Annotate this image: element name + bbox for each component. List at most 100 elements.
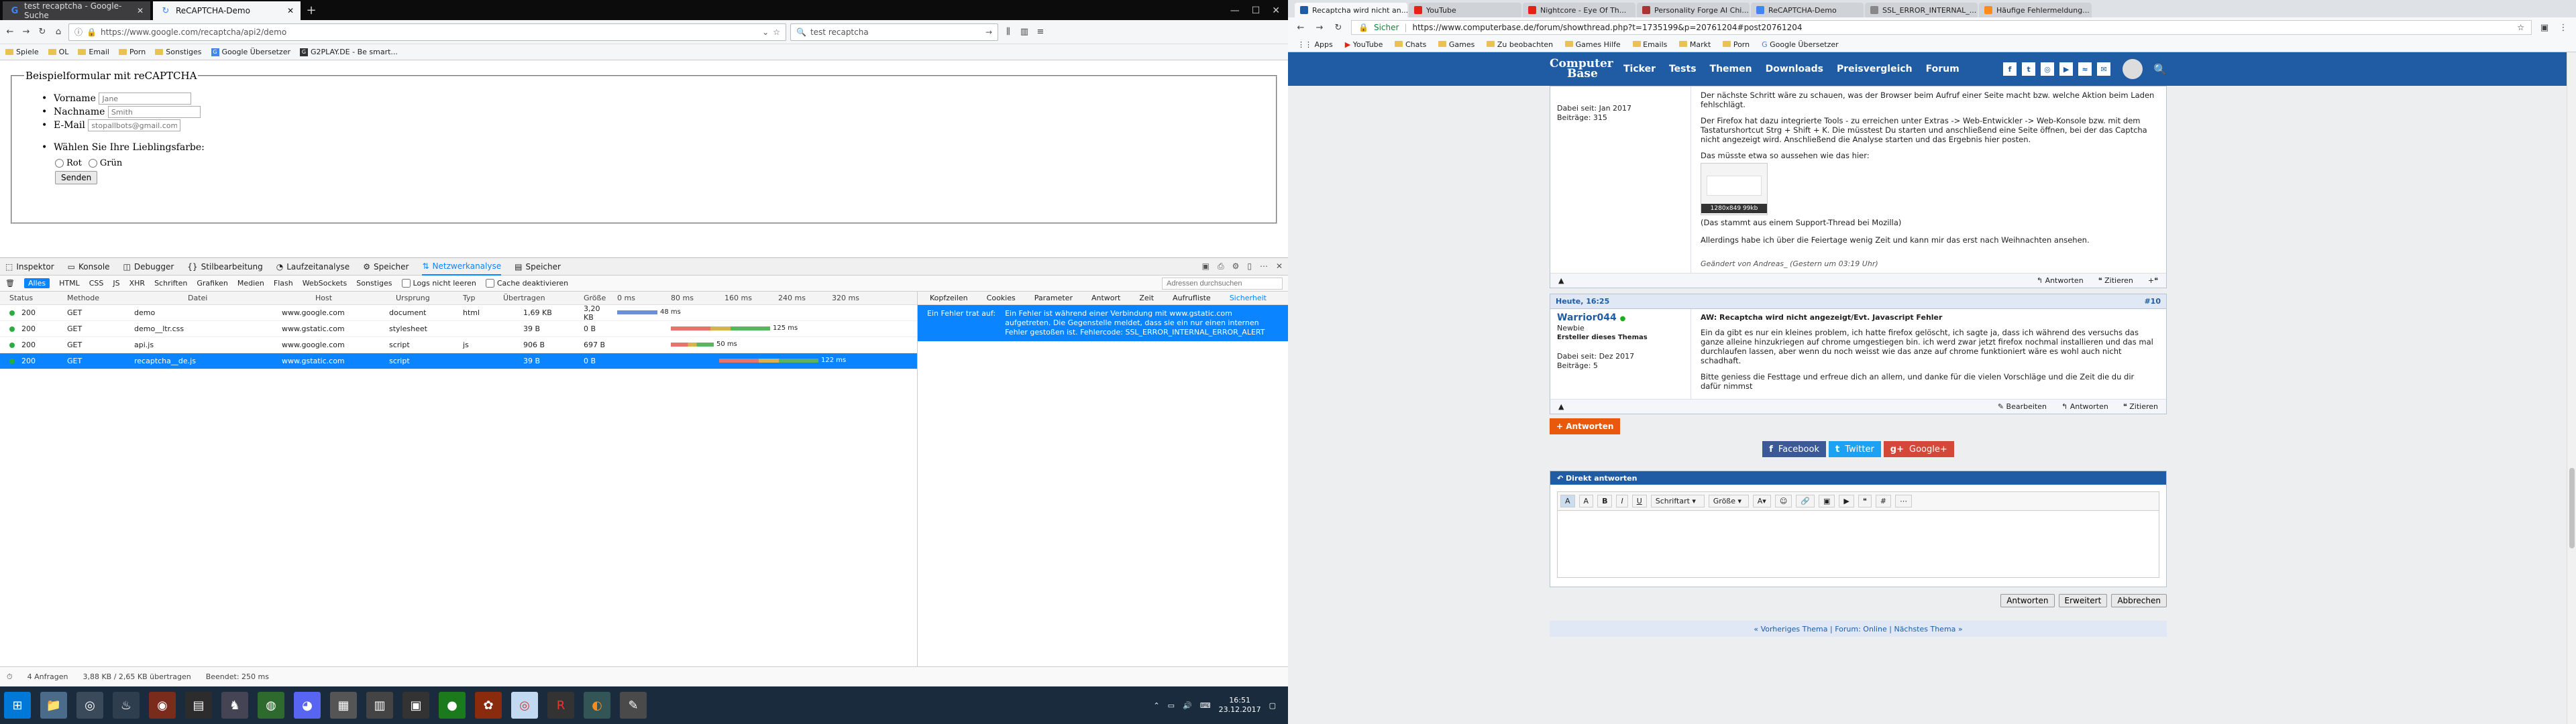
tab-nightcore[interactable]: Nightcore - Eye Of Th...	[1523, 3, 1635, 17]
source-mode-icon[interactable]: A	[1560, 495, 1575, 507]
filter-websockets[interactable]: WebSockets	[303, 279, 347, 288]
nav-preisvergleich[interactable]: Preisvergleich	[1837, 64, 1913, 74]
col-method[interactable]: Methode	[47, 294, 107, 302]
keyboard-icon[interactable]: ⌨	[1200, 701, 1211, 710]
network-tray-icon[interactable]: ▭	[1168, 701, 1175, 710]
submit-button[interactable]: Senden	[55, 171, 98, 184]
col-file[interactable]: Datei	[107, 294, 268, 302]
attachment-thumbnail[interactable]: 1280x849 99kb	[1701, 163, 1768, 215]
cancel-button[interactable]: Abbrechen	[2111, 594, 2167, 607]
screenshot-icon[interactable]: ⎙	[1218, 261, 1224, 272]
filter-images[interactable]: Grafiken	[197, 279, 227, 288]
edit-button[interactable]: ✎ Bearbeiten	[1998, 402, 2047, 411]
filter-html[interactable]: HTML	[59, 279, 80, 288]
reply-button[interactable]: ↰ Antworten	[2037, 276, 2084, 285]
tab-stack[interactable]: Aufrufliste	[1173, 294, 1211, 302]
nav-tests[interactable]: Tests	[1669, 64, 1697, 74]
username[interactable]: Warrior044 ●	[1557, 313, 1684, 324]
menu-icon[interactable]: ⋮	[2557, 21, 2569, 34]
filter-flash[interactable]: Flash	[274, 279, 293, 288]
color-red-radio[interactable]	[55, 159, 64, 168]
bookmark-games[interactable]: Games	[1438, 40, 1474, 49]
filter-js[interactable]: JS	[113, 279, 119, 288]
tab-error-messages[interactable]: Häufige Fehlermeldung...	[1979, 3, 2092, 17]
tab-youtube[interactable]: YouTube	[1409, 3, 1521, 17]
submit-reply-button[interactable]: Antworten	[2000, 594, 2055, 607]
video-icon[interactable]: ▶	[1839, 495, 1854, 507]
trash-icon[interactable]: 🗑	[5, 279, 15, 288]
close-icon[interactable]: ✕	[137, 6, 144, 15]
home-icon[interactable]: ⌂	[52, 26, 64, 38]
firstname-input[interactable]	[99, 93, 192, 105]
col-size[interactable]: Größe	[570, 294, 610, 302]
dock-icon[interactable]: ▯	[1247, 261, 1252, 272]
table-row-selected[interactable]: 200 GET recaptcha__de.js www.gstatic.com…	[0, 353, 917, 369]
circle-app-icon[interactable]: ●	[439, 692, 466, 719]
window-close-icon[interactable]: ✕	[1272, 5, 1280, 16]
col-type[interactable]: Typ	[456, 294, 496, 302]
bookmark-spiele[interactable]: Spiele	[5, 48, 39, 56]
search-icon[interactable]: 🔍	[2153, 63, 2167, 76]
library-icon[interactable]: ▥	[366, 692, 393, 719]
forward-icon[interactable]: →	[1313, 21, 1326, 34]
new-reply-button[interactable]: + Antworten	[1550, 418, 1621, 434]
share-facebook[interactable]: f Facebook	[1762, 441, 1826, 457]
quote-button[interactable]: ❝ Zitieren	[2098, 276, 2133, 285]
tool-performance[interactable]: ◔ Laufzeitanalyse	[276, 258, 350, 276]
sidebar-icon[interactable]: ▥	[1018, 26, 1030, 38]
star-icon[interactable]: ☆	[773, 27, 780, 37]
italic-button[interactable]: I	[1616, 495, 1628, 507]
underline-button[interactable]: U	[1631, 495, 1647, 507]
image-icon[interactable]: ▣	[1818, 495, 1835, 507]
share-twitter[interactable]: t Twitter	[1829, 441, 1881, 457]
mail-icon[interactable]: ✉	[2097, 62, 2111, 76]
col-host[interactable]: Host	[268, 294, 376, 302]
filter-css[interactable]: CSS	[89, 279, 104, 288]
persist-logs-checkbox[interactable]	[401, 279, 411, 288]
lastname-input[interactable]	[107, 106, 201, 118]
media-icon[interactable]: ◉	[149, 692, 176, 719]
filter-xhr[interactable]: XHR	[129, 279, 145, 288]
tool-inspector[interactable]: ⬚ Inspektor	[5, 258, 54, 276]
filter-media[interactable]: Medien	[237, 279, 264, 288]
page-scrollbar[interactable]	[2567, 52, 2576, 724]
rs-icon[interactable]: R	[547, 692, 574, 719]
reply-textarea[interactable]	[1557, 511, 2159, 578]
game-icon[interactable]: ♞	[221, 692, 248, 719]
link-icon[interactable]: 🔗	[1796, 495, 1815, 507]
maximize-icon[interactable]: ☐	[1252, 5, 1260, 16]
advanced-button[interactable]: Erweitert	[2058, 594, 2108, 607]
clock[interactable]: 16:51 23.12.2017	[1219, 696, 1261, 715]
bookmark-ol[interactable]: OL	[48, 48, 68, 56]
dropdown-icon[interactable]: ⌄	[762, 27, 769, 37]
bookmark-apps[interactable]: ⋮⋮ Apps	[1297, 40, 1333, 49]
url-bar[interactable]: 🔒 Sicher | https://www.computerbase.de/f…	[1351, 20, 2532, 35]
bookmark-email[interactable]: Email	[78, 48, 109, 56]
library-icon[interactable]: ⫼	[1002, 26, 1014, 38]
color-green-radio[interactable]	[88, 159, 97, 168]
tool-network[interactable]: ⇅ Netzwerkanalyse	[422, 258, 502, 276]
notifications-icon[interactable]: ▢	[1269, 701, 1276, 710]
post-number[interactable]: #10	[2144, 297, 2161, 306]
settings-icon[interactable]: ⚙	[1232, 261, 1240, 272]
tab-cookies[interactable]: Cookies	[987, 294, 1016, 302]
facebook-icon[interactable]: f	[2003, 62, 2017, 76]
col-cause[interactable]: Ursprung	[376, 294, 456, 302]
filter-other[interactable]: Sonstiges	[356, 279, 392, 288]
browser-icon[interactable]: ◎	[76, 692, 103, 719]
quote-insert-icon[interactable]: ❝	[1858, 495, 1872, 507]
tab-response[interactable]: Antwort	[1091, 294, 1120, 302]
bookmark-emails[interactable]: Emails	[1632, 40, 1667, 49]
tab-recaptcha-thread[interactable]: Recaptcha wird nicht an...	[1295, 3, 1407, 17]
persist-logs-option[interactable]: Logs nicht leeren	[401, 279, 476, 288]
color-icon[interactable]: A▾	[1752, 495, 1771, 507]
responsive-icon[interactable]: ▣	[1202, 261, 1210, 272]
menu-icon[interactable]: ≡	[1034, 26, 1046, 38]
rss-icon[interactable]: ≈	[2078, 62, 2092, 76]
app-icon[interactable]: ✿	[475, 692, 502, 719]
filter-all[interactable]: Alles	[23, 278, 50, 288]
col-transferred[interactable]: Übertragen	[496, 294, 570, 302]
bookmark-google-translate[interactable]: G Google Übersetzer	[1762, 40, 1839, 49]
bookmark-games-hilfe[interactable]: Games Hilfe	[1565, 40, 1621, 49]
tool-storage[interactable]: ▤ Speicher	[515, 258, 561, 276]
